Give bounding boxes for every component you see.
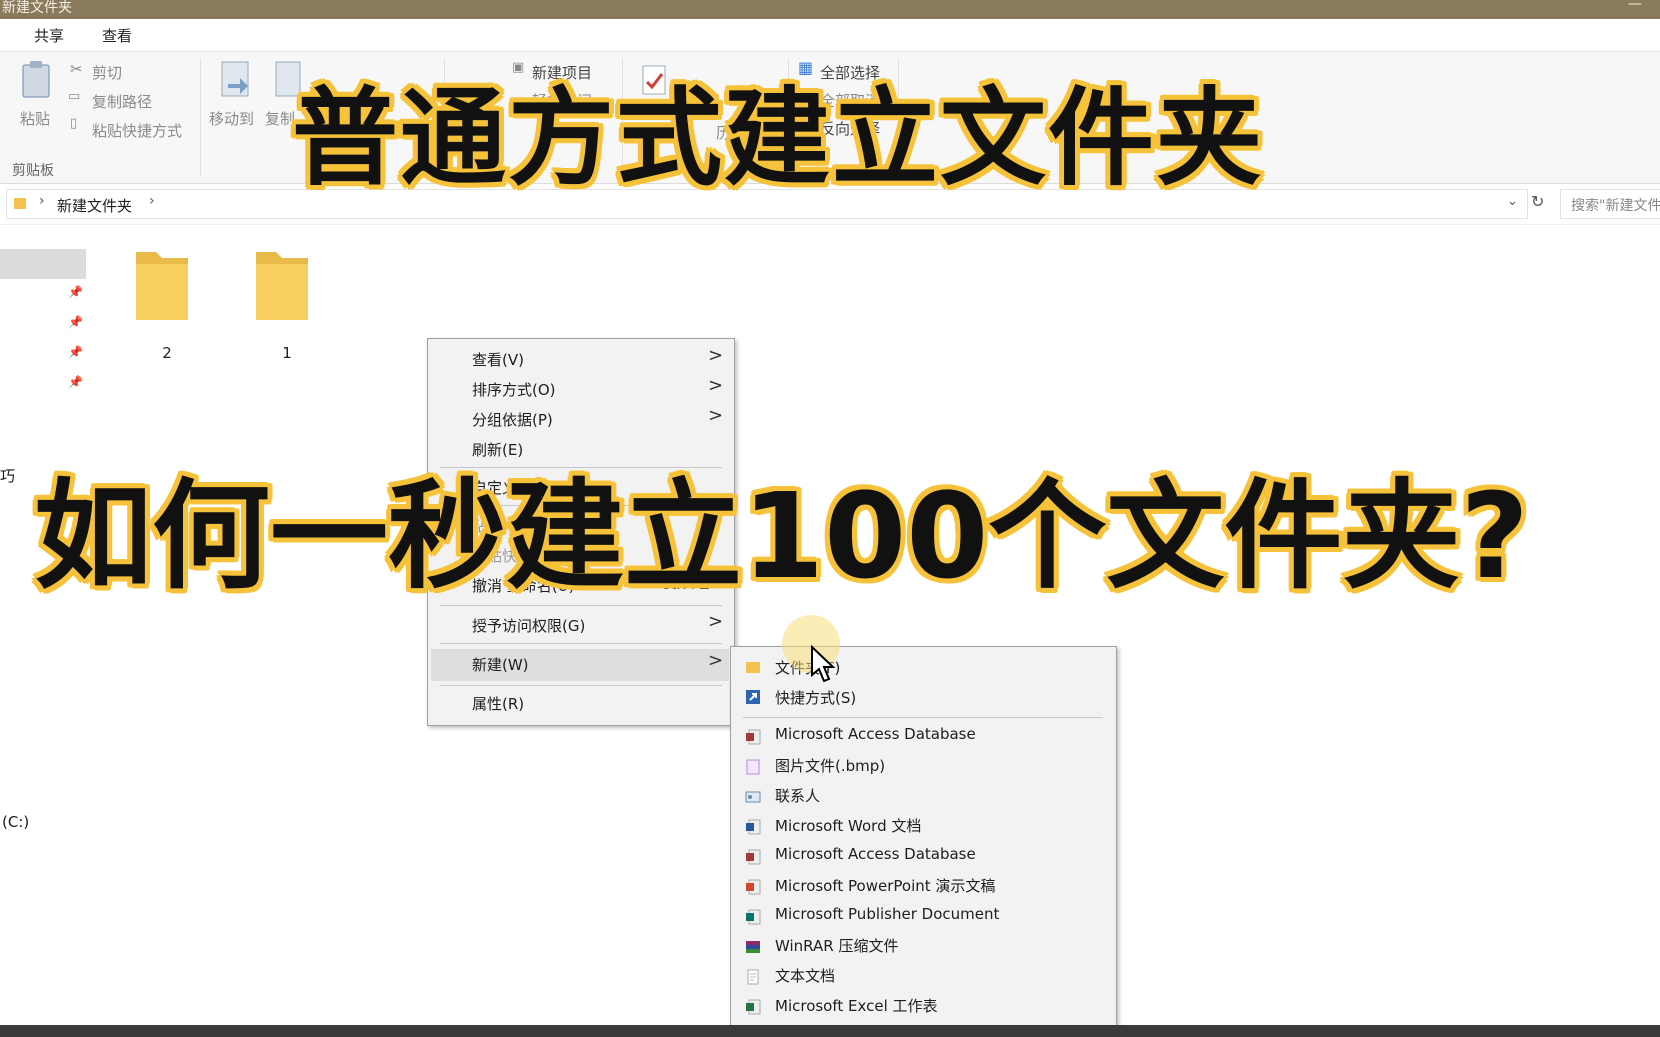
powerpoint-icon bbox=[746, 879, 761, 895]
move-to-button[interactable]: 移动到 bbox=[209, 108, 254, 129]
folder-name[interactable]: 2 bbox=[137, 344, 197, 362]
submenu-item-winrar[interactable]: WinRAR 压缩文件 bbox=[775, 935, 898, 956]
winrar-icon bbox=[746, 941, 760, 953]
clipboard-icon[interactable] bbox=[20, 60, 52, 98]
tab-view[interactable]: 查看 bbox=[102, 25, 132, 46]
quick-access-item[interactable] bbox=[0, 249, 86, 279]
paste-shortcut-icon: ▯ bbox=[70, 116, 78, 131]
chevron-right-icon: > bbox=[708, 611, 724, 632]
tab-share[interactable]: 共享 bbox=[34, 25, 64, 46]
access-icon bbox=[746, 729, 761, 745]
window-titlebar: 新建文件夹 — bbox=[0, 0, 1660, 19]
overlay-title-middle: 如何一秒建立100个文件夹? bbox=[34, 467, 1529, 605]
copy-path-icon: ▭ bbox=[68, 89, 81, 104]
copy-path-button[interactable]: 复制路径 bbox=[92, 91, 152, 112]
shortcut-icon bbox=[746, 690, 760, 704]
menu-item-new[interactable]: 新建(W) bbox=[472, 654, 529, 675]
window-title: 新建文件夹 bbox=[2, 0, 72, 16]
minimize-button[interactable]: — bbox=[1628, 0, 1642, 12]
refresh-icon[interactable]: ↻ bbox=[1531, 192, 1544, 211]
chevron-right-icon: > bbox=[708, 405, 724, 426]
menu-item-group-by[interactable]: 分组依据(P) bbox=[472, 409, 553, 430]
navigation-pane: 📌 📌 📌 📌 巧 (C:) bbox=[0, 225, 86, 1025]
submenu-item-access-2[interactable]: Microsoft Access Database bbox=[775, 845, 976, 863]
folder-icon[interactable] bbox=[252, 248, 312, 324]
move-to-icon[interactable] bbox=[218, 60, 254, 100]
submenu-item-shortcut[interactable]: 快捷方式(S) bbox=[775, 687, 856, 708]
paste-button[interactable]: 粘贴 bbox=[20, 108, 50, 129]
access-icon bbox=[746, 849, 761, 865]
menu-separator bbox=[440, 685, 722, 686]
menu-separator bbox=[440, 643, 722, 644]
nav-item-partial[interactable]: 巧 bbox=[0, 465, 15, 486]
new-submenu: 文件夹(F) 快捷方式(S) Microsoft Access Database… bbox=[730, 646, 1117, 1027]
search-placeholder: 搜索"新建文件夹" bbox=[1571, 198, 1660, 214]
menu-item-sort[interactable]: 排序方式(O) bbox=[472, 379, 556, 400]
taskbar-edge bbox=[0, 1025, 1660, 1037]
breadcrumb-chevron-icon: › bbox=[39, 193, 45, 209]
folder-small-icon bbox=[14, 198, 26, 209]
breadcrumb-current[interactable]: 新建文件夹 bbox=[57, 195, 132, 216]
submenu-item-powerpoint[interactable]: Microsoft PowerPoint 演示文稿 bbox=[775, 875, 995, 896]
excel-icon bbox=[746, 999, 761, 1015]
text-icon bbox=[747, 969, 759, 985]
ribbon-divider bbox=[200, 58, 201, 176]
overlay-title-top: 普通方式建立文件夹 bbox=[292, 77, 1264, 200]
search-input[interactable]: 搜索"新建文件夹" bbox=[1560, 189, 1660, 219]
mouse-cursor-icon bbox=[811, 645, 836, 683]
nav-item-drive-c[interactable]: (C:) bbox=[2, 813, 29, 831]
folder-icon bbox=[746, 662, 760, 673]
chevron-right-icon: > bbox=[708, 375, 724, 396]
pin-icon[interactable]: 📌 bbox=[68, 345, 83, 359]
menu-separator bbox=[743, 717, 1103, 718]
chevron-right-icon: > bbox=[708, 345, 724, 366]
submenu-item-access[interactable]: Microsoft Access Database bbox=[775, 725, 976, 743]
chevron-right-icon: > bbox=[708, 650, 724, 671]
contact-icon bbox=[745, 791, 761, 803]
folder-icon[interactable] bbox=[132, 248, 192, 324]
ribbon-tabs: 共享 查看 bbox=[0, 19, 1660, 52]
address-dropdown-icon[interactable]: ⌄ bbox=[1507, 194, 1518, 209]
cut-button[interactable]: 剪切 bbox=[92, 62, 122, 83]
menu-item-properties[interactable]: 属性(R) bbox=[472, 693, 524, 714]
submenu-item-contact[interactable]: 联系人 bbox=[775, 785, 820, 806]
pin-icon[interactable]: 📌 bbox=[68, 285, 83, 299]
pin-icon[interactable]: 📌 bbox=[68, 315, 83, 329]
menu-item-give-access[interactable]: 授予访问权限(G) bbox=[472, 615, 585, 636]
breadcrumb-chevron-icon: › bbox=[149, 193, 155, 209]
folder-name[interactable]: 1 bbox=[257, 344, 317, 362]
cut-icon: ✂ bbox=[70, 60, 83, 78]
submenu-item-text[interactable]: 文本文档 bbox=[775, 965, 835, 986]
clipboard-group-label: 剪贴板 bbox=[12, 163, 54, 179]
copy-to-button[interactable]: 复制 bbox=[265, 108, 295, 129]
submenu-item-bmp[interactable]: 图片文件(.bmp) bbox=[775, 755, 885, 776]
menu-item-view[interactable]: 查看(V) bbox=[472, 349, 524, 370]
paste-shortcut-button[interactable]: 粘贴快捷方式 bbox=[92, 120, 182, 141]
word-icon bbox=[746, 819, 761, 835]
bmp-icon bbox=[746, 759, 760, 775]
submenu-item-word[interactable]: Microsoft Word 文档 bbox=[775, 815, 921, 836]
submenu-item-publisher[interactable]: Microsoft Publisher Document bbox=[775, 905, 999, 923]
publisher-icon bbox=[746, 909, 761, 925]
submenu-item-excel[interactable]: Microsoft Excel 工作表 bbox=[775, 995, 938, 1016]
pin-icon[interactable]: 📌 bbox=[68, 375, 83, 389]
